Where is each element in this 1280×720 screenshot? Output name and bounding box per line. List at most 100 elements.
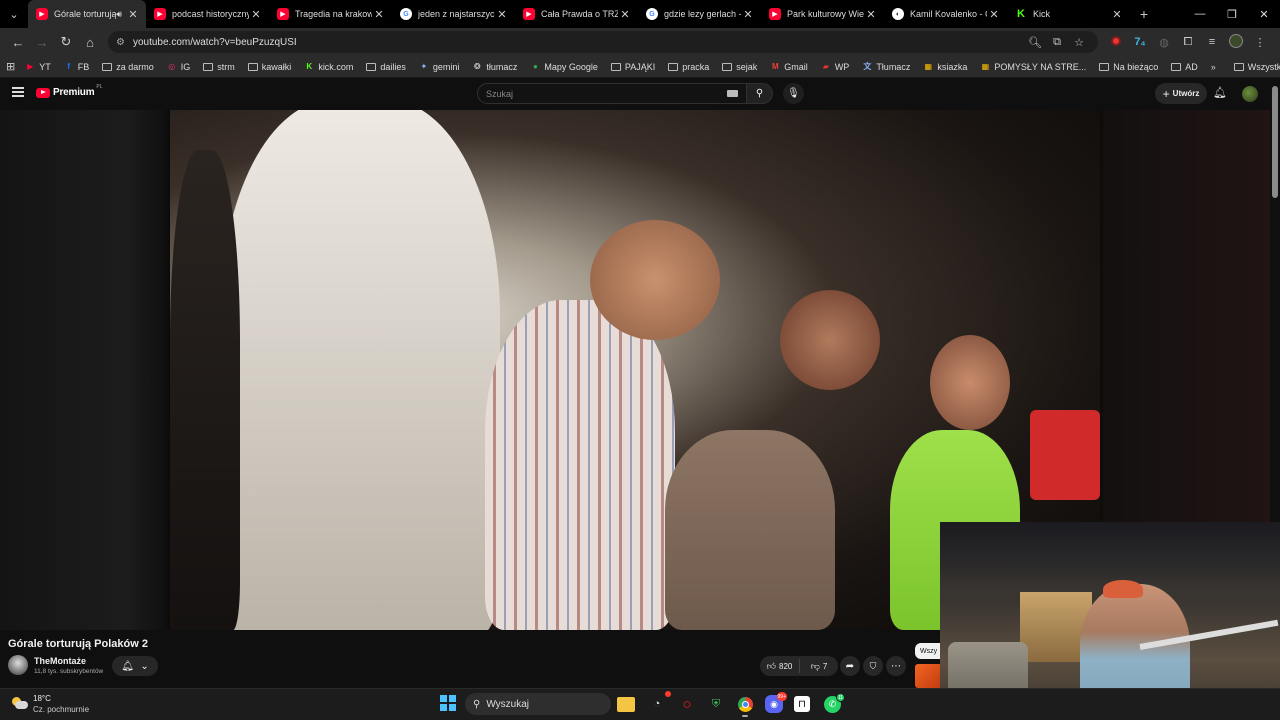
save-button[interactable]: ⛉ [863,656,883,676]
close-tab-icon[interactable]: ✕ [249,8,263,21]
bookmark-9[interactable]: ❂ tłumacz [472,62,517,72]
capcut-icon[interactable]: ⊓ [794,696,810,712]
bookmark-20[interactable]: AD [1171,62,1198,72]
bookmark-1[interactable]: f FB [64,62,89,72]
new-tab-button[interactable]: + [1130,6,1158,22]
subscription-notification-button[interactable]: 🔔︎ ⌄ [112,656,158,676]
address-bar[interactable]: ⚙ youtube.com/watch?v=beuPzuzqUSI 🔍︎ ⧉ ☆ [108,31,1098,53]
channel-avatar[interactable] [8,655,28,675]
tab-search-chevron-icon[interactable]: ⌄ [0,0,28,28]
bookmark-11[interactable]: PAJĄKI [610,62,655,72]
zoom-icon[interactable]: 🔍︎ [1024,36,1046,49]
hamburger-menu-icon[interactable] [12,87,24,99]
weather-condition[interactable]: Cz. pochmurnie [33,705,89,714]
shield-app-icon[interactable]: ⛨ [706,694,726,714]
bookmark-3[interactable]: ◎ IG [167,62,190,72]
close-tab-icon[interactable]: ✕ [126,8,140,21]
close-tab-icon[interactable]: ✕ [1110,8,1124,21]
steam-icon[interactable]: ◔ [647,691,671,714]
extension-icon[interactable]: ◍ [1152,36,1176,49]
more-bookmarks-icon[interactable]: » [1211,62,1216,72]
apps-grid-icon[interactable]: ⊞ [6,60,15,73]
all-bookmarks-folder[interactable]: Wszystkie zakładki [1233,62,1280,72]
bookmark-star-icon[interactable]: ☆ [1068,36,1090,49]
close-tab-icon[interactable]: ✕ [495,8,509,21]
address-url[interactable]: youtube.com/watch?v=beuPzuzqUSI [133,37,1024,48]
bookmark-18[interactable]: ▦ POMYSŁY NA STRE... [980,62,1087,72]
bookmark-15[interactable]: ▰ WP [821,62,850,72]
bookmark-14[interactable]: M Gmail [770,62,808,72]
taskbar-search[interactable]: ⚲ Wyszukaj [465,693,611,715]
close-tab-icon[interactable]: ✕ [372,8,386,21]
bookmark-0[interactable]: ▶ YT [25,62,51,72]
tab-1[interactable]: ▶ podcast historyczny p✕ [146,0,269,28]
recommended-thumbnail[interactable] [915,664,940,688]
tab-7[interactable]: ◐ Kamil Kovalenko - Co✕ [884,0,1007,28]
weather-partly-cloudy-icon[interactable] [12,697,28,711]
bookmark-10[interactable]: ● Mapy Google [530,62,598,72]
tab-0[interactable]: ▶ Górale torturują P🔊︎ ✕ [28,0,146,28]
bookmark-12[interactable]: pracka [668,62,709,72]
tab-6[interactable]: ▶ Park kulturowy Wietr ✕ [761,0,884,28]
close-tab-icon[interactable]: ✕ [741,8,755,21]
tab-2[interactable]: ▶ Tragedia na krakowsk✕ [269,0,392,28]
file-explorer-icon[interactable] [617,697,635,712]
bookmark-13[interactable]: sejak [722,62,757,72]
voice-search-button[interactable]: 🎙︎ [783,83,804,104]
like-button[interactable]: 👍︎ 820 [760,659,800,673]
forward-icon[interactable]: → [30,30,54,54]
close-tab-icon[interactable]: ✕ [618,8,632,21]
tab-3[interactable]: Gjeden z najstarszych c✕ [392,0,515,28]
bookmark-4[interactable]: strm [203,62,235,72]
back-icon[interactable]: ← [6,30,30,54]
search-button[interactable]: ⚲ [747,83,773,104]
site-info-icon[interactable]: ⚙ [116,37,125,48]
more-actions-button[interactable]: ⋯ [886,656,906,676]
chrome-icon[interactable] [735,694,755,717]
discord-icon[interactable]: ◉ 99+ [765,692,787,713]
browser-menu-icon[interactable]: ⋮ [1248,36,1272,49]
tab-8[interactable]: K Kick ✕ [1007,0,1130,28]
filter-chip-all[interactable]: Wszy [915,643,943,659]
youtube-premium-logo[interactable]: Premium PL [36,84,103,98]
dislike-button[interactable]: 👎︎ 7 [800,661,838,672]
restore-icon[interactable]: ❐ [1216,8,1248,21]
channel-name[interactable]: TheMontaże [34,656,86,666]
media-controls-icon[interactable]: ≡ [1200,36,1224,48]
close-tab-icon[interactable]: ✕ [864,8,878,21]
opera-icon[interactable]: ○ [677,694,697,714]
create-button[interactable]: + Utwórz [1155,83,1207,104]
whatsapp-icon[interactable]: ✆ 11 [824,693,845,713]
tab-audio-icon[interactable]: 🔊︎ [116,9,122,20]
notifications-bell-icon[interactable]: 🔔︎ [1213,86,1227,99]
search-input[interactable] [486,88,727,99]
bookmark-17[interactable]: ▦ ksiazka [923,62,968,72]
bookmark-5[interactable]: kawałki [247,62,291,72]
record-extension-icon[interactable] [1104,35,1128,49]
close-tab-icon[interactable]: ✕ [987,8,1001,21]
close-window-icon[interactable]: ✕ [1248,8,1280,21]
share-button[interactable]: ➦ [840,656,860,676]
account-avatar[interactable] [1242,86,1258,102]
keyboard-icon[interactable] [727,90,738,97]
puzzle-icon[interactable]: ⧠ [1176,36,1200,49]
bookmark-16[interactable]: 文 Tłumacz [862,62,910,72]
scrollbar-thumb[interactable] [1272,86,1278,198]
tab-title: Park kulturowy Wietr [787,9,864,19]
translate-extension-icon[interactable]: 7₄ [1128,36,1152,48]
install-app-icon[interactable]: ⧉ [1046,36,1068,49]
windows-start-icon[interactable] [440,695,456,711]
tab-4[interactable]: ▶ Cała Prawda o TRZEZ✕ [515,0,638,28]
home-icon[interactable]: ⌂ [78,30,102,54]
bookmark-19[interactable]: Na bieżąco [1099,62,1158,72]
profile-avatar[interactable] [1224,33,1248,51]
bookmark-2[interactable]: za darmo [102,62,154,72]
search-box[interactable] [477,83,747,104]
bookmark-6[interactable]: Kkick.com [304,62,353,72]
weather-temperature[interactable]: 18°C [33,694,51,703]
minimize-icon[interactable]: — [1184,8,1216,21]
reload-icon[interactable]: ↻ [54,30,78,54]
tab-5[interactable]: Ggdzie lezy gerlach - S✕ [638,0,761,28]
bookmark-7[interactable]: dailies [366,62,406,72]
bookmark-8[interactable]: ✦ gemini [419,62,459,72]
